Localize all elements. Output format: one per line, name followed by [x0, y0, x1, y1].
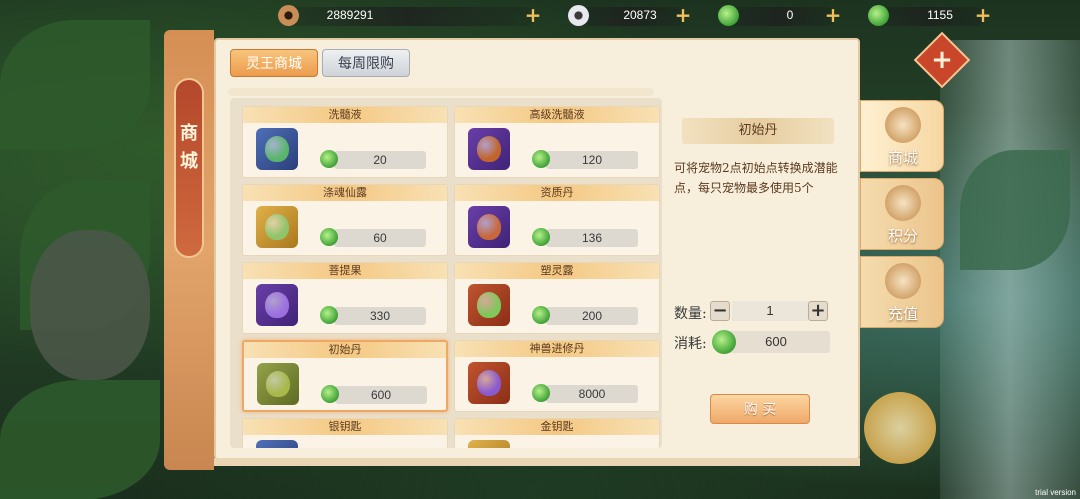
add-copper-button[interactable]: + — [523, 5, 543, 25]
tab-weekly-limited[interactable]: 每周限购 — [322, 49, 410, 77]
shop-item[interactable]: 初始丹 600 — [242, 340, 448, 412]
currency-bar: 2889291 + 20873 + 0 + 1155 + — [270, 4, 1010, 28]
currency-value: 2889291 — [326, 8, 374, 22]
item-icon — [256, 440, 298, 448]
item-price: 120 — [546, 151, 638, 169]
jade-coin-icon — [532, 306, 550, 324]
item-name: 金钥匙 — [455, 419, 659, 435]
currency-bound-jade: 1155 + — [860, 4, 1010, 28]
shop-title-tab: 商 城 — [164, 30, 214, 470]
shop-item[interactable]: 高级洗髓液 120 — [454, 106, 660, 178]
item-icon — [468, 362, 510, 404]
copper-coin-icon — [278, 5, 299, 26]
item-name: 菩提果 — [243, 263, 447, 279]
detail-description: 可将宠物2点初始点转换成潜能点，每只宠物最多使用5个 — [674, 161, 838, 195]
silver-coin-icon — [568, 5, 589, 26]
jade-coin-icon — [718, 5, 739, 26]
item-price: 330 — [334, 307, 426, 325]
shop-title: 商 城 — [174, 78, 204, 258]
currency-silver: 20873 + — [560, 4, 710, 28]
item-icon — [468, 128, 510, 170]
item-name: 资质丹 — [455, 185, 659, 201]
shop-panel: 灵王商城 每周限购 洗髓液 20 高级洗髓液 120 涤魂仙露 60 资质丹 136 菩提果 33… — [214, 38, 860, 460]
quantity-minus-button[interactable]: − — [710, 301, 730, 321]
side-nav-label: 积分 — [887, 227, 918, 245]
watermark: trial version — [1035, 488, 1076, 497]
item-icon — [256, 128, 298, 170]
side-nav-label: 商城 — [887, 149, 918, 167]
buy-button[interactable]: 购 买 — [710, 394, 810, 424]
item-name: 初始丹 — [244, 342, 446, 358]
item-icon — [468, 284, 510, 326]
item-name: 银钥匙 — [243, 419, 447, 435]
item-icon — [256, 206, 298, 248]
jade-coin-icon — [532, 384, 550, 402]
shop-title-text: 商 城 — [180, 123, 198, 172]
item-price: 136 — [546, 229, 638, 247]
cost-label: 消耗: — [674, 336, 707, 352]
jade-coin-icon — [320, 150, 338, 168]
quantity-plus-button[interactable]: + — [808, 301, 828, 321]
list-top-edge — [228, 88, 654, 96]
shop-item[interactable]: 塑灵露 200 — [454, 262, 660, 334]
add-jade-button[interactable]: + — [823, 5, 843, 25]
jade-coin-icon — [532, 228, 550, 246]
tab-lingwang-shop[interactable]: 灵王商城 — [230, 49, 318, 77]
item-name: 洗髓液 — [243, 107, 447, 123]
jade-coin-icon — [321, 385, 339, 403]
item-icon — [468, 440, 510, 448]
shop-item[interactable]: 菩提果 330 — [242, 262, 448, 334]
add-bound-jade-button[interactable]: + — [973, 5, 993, 25]
shop-item[interactable]: 神兽进修丹 8000 — [454, 340, 660, 412]
jade-coin-icon — [320, 306, 338, 324]
item-icon — [468, 206, 510, 248]
item-price: 200 — [546, 307, 638, 325]
shop-icon — [885, 107, 921, 143]
item-price: 20 — [334, 151, 426, 169]
jade-coin-icon — [532, 150, 550, 168]
item-detail: 初始丹 可将宠物2点初始点转换成潜能点，每只宠物最多使用5个 数量: − 1 +… — [674, 98, 850, 448]
jade-coin-icon — [868, 5, 889, 26]
currency-value: 20873 — [623, 8, 657, 22]
item-price: 8000 — [546, 385, 638, 403]
side-nav-points[interactable]: 积分 — [860, 178, 944, 250]
cost-value: 600 — [722, 331, 830, 353]
shop-item[interactable]: 涤魂仙露 60 — [242, 184, 448, 256]
quantity-value[interactable]: 1 — [732, 301, 808, 321]
jade-coin-icon — [712, 330, 736, 354]
item-name: 高级洗髓液 — [455, 107, 659, 123]
item-price: 600 — [335, 386, 427, 404]
detail-title: 初始丹 — [682, 118, 834, 144]
item-price: 60 — [334, 229, 426, 247]
background-foliage — [960, 150, 1070, 270]
close-icon: + — [931, 45, 953, 75]
shop-item[interactable]: 资质丹 136 — [454, 184, 660, 256]
jade-coin-icon — [320, 228, 338, 246]
side-nav-shop[interactable]: 商城 — [860, 100, 944, 172]
shop-item[interactable]: 洗髓液 20 — [242, 106, 448, 178]
background-foliage — [0, 380, 160, 499]
add-silver-button[interactable]: + — [673, 5, 693, 25]
item-icon — [256, 284, 298, 326]
panel-bottom-edge — [214, 458, 860, 466]
side-nav-recharge[interactable]: 充值 — [860, 256, 944, 328]
shop-item[interactable]: 银钥匙 — [242, 418, 448, 448]
currency-value: 1155 — [927, 8, 953, 22]
item-icon — [257, 363, 299, 405]
recharge-icon — [885, 263, 921, 299]
currency-jade: 0 + — [710, 4, 860, 28]
quantity-label: 数量: — [674, 306, 707, 322]
currency-value: 0 — [786, 8, 794, 22]
background-foliage — [0, 20, 150, 150]
emblem-icon — [864, 392, 936, 464]
background-rock — [30, 230, 150, 380]
item-name: 塑灵露 — [455, 263, 659, 279]
currency-copper: 2889291 + — [270, 4, 560, 28]
side-nav-label: 充值 — [887, 305, 918, 323]
item-name: 涤魂仙露 — [243, 185, 447, 201]
item-name: 神兽进修丹 — [455, 341, 659, 357]
points-icon — [885, 185, 921, 221]
item-list[interactable]: 洗髓液 20 高级洗髓液 120 涤魂仙露 60 资质丹 136 菩提果 330 塑灵露 200 初始丹… — [230, 98, 662, 448]
shop-item[interactable]: 金钥匙 — [454, 418, 660, 448]
